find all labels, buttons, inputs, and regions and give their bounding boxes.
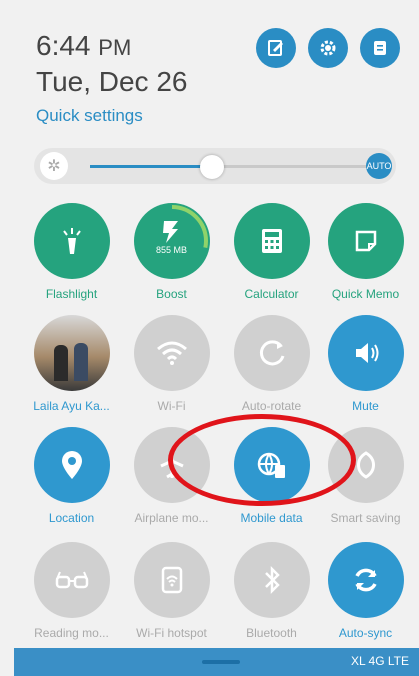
gear-icon	[320, 40, 336, 56]
memo-icon	[355, 230, 376, 252]
tile-location[interactable]: Location	[24, 427, 119, 525]
notes-button[interactable]	[360, 28, 400, 68]
tile-auto-sync[interactable]: Auto-sync	[318, 542, 413, 640]
airplane-label: Airplane mo...	[134, 511, 209, 525]
brightness-bar: ✲ AUTO	[34, 148, 396, 184]
mobile-data-label: Mobile data	[240, 511, 303, 525]
edit-icon	[268, 40, 283, 56]
quick-settings-link[interactable]: Quick settings	[36, 106, 143, 126]
bluetooth-icon	[264, 565, 280, 595]
mute-label: Mute	[352, 399, 379, 413]
tile-reading-mode[interactable]: Reading mo...	[24, 542, 119, 640]
notes-icon	[374, 41, 386, 55]
flashlight-label: Flashlight	[45, 287, 98, 301]
reading-mode-label: Reading mo...	[34, 626, 109, 640]
wifi-hotspot-label: Wi-Fi hotspot	[136, 626, 207, 640]
wifi-label: Wi-Fi	[157, 399, 186, 413]
rotate-icon	[259, 340, 284, 366]
bluetooth-toggle[interactable]	[233, 542, 310, 618]
quick-settings-panel: 6:44 PM Tue, Dec 26 Quick settings ✲ AUT…	[0, 0, 419, 676]
contact-label: Laila Ayu Ka...	[33, 399, 110, 413]
boost-toggle[interactable]: 855 MB	[133, 203, 210, 279]
clock-time: 6:44	[36, 30, 91, 61]
tile-boost[interactable]: 855 MB Boost	[124, 203, 219, 301]
status-bar-bottom: XL 4G LTE	[14, 648, 419, 676]
auto-sync-toggle[interactable]	[327, 542, 404, 618]
reading-mode-toggle[interactable]	[33, 542, 110, 618]
brightness-icon: ✲	[40, 152, 68, 180]
bluetooth-label: Bluetooth	[246, 626, 297, 640]
clock-ampm: PM	[98, 35, 132, 60]
date: Tue, Dec 26	[36, 66, 188, 97]
wifi-hotspot-toggle[interactable]	[133, 542, 210, 618]
mute-toggle[interactable]	[327, 315, 404, 391]
location-toggle[interactable]	[33, 427, 110, 503]
tile-quick-memo[interactable]: Quick Memo	[318, 203, 413, 301]
tile-wifi-hotspot[interactable]: Wi-Fi hotspot	[124, 542, 219, 640]
calculator-label: Calculator	[244, 287, 299, 301]
drag-handle[interactable]	[202, 660, 240, 664]
boost-memory-value: 855 MB	[155, 245, 188, 255]
auto-rotate-label: Auto-rotate	[241, 399, 302, 413]
quick-memo-label: Quick Memo	[331, 287, 400, 301]
tile-calculator[interactable]: Calculator	[224, 203, 319, 301]
tile-wifi[interactable]: Wi-Fi	[124, 315, 219, 413]
flashlight-toggle[interactable]	[33, 203, 110, 279]
location-pin-icon	[61, 451, 82, 479]
boost-label: Boost	[156, 287, 187, 301]
leaf-icon	[356, 451, 375, 479]
tile-bluetooth[interactable]: Bluetooth	[224, 542, 319, 640]
auto-rotate-toggle[interactable]	[233, 315, 310, 391]
location-label: Location	[48, 511, 95, 525]
tile-contact[interactable]: Laila Ayu Ka...	[24, 315, 119, 413]
auto-brightness-button[interactable]: AUTO	[366, 153, 392, 179]
brightness-fill	[90, 165, 213, 168]
highlight-ellipse	[168, 414, 356, 506]
calculator-icon	[261, 229, 282, 253]
edit-quick-settings-button[interactable]	[256, 28, 296, 68]
tile-flashlight[interactable]: Flashlight	[24, 203, 119, 301]
brightness-slider[interactable]	[90, 165, 374, 168]
settings-button[interactable]	[308, 28, 348, 68]
boost-gauge-icon	[135, 205, 208, 277]
glasses-icon	[55, 571, 88, 589]
calculator-button[interactable]	[233, 203, 310, 279]
smart-saving-label: Smart saving	[330, 511, 401, 525]
vibrate-icon	[355, 343, 378, 363]
flashlight-icon	[62, 228, 81, 254]
wifi-toggle[interactable]	[133, 315, 210, 391]
contact-avatar[interactable]	[33, 315, 110, 391]
hotspot-icon	[161, 566, 182, 594]
sync-icon	[354, 568, 377, 592]
quick-memo-button[interactable]	[327, 203, 404, 279]
tile-mute[interactable]: Mute	[318, 315, 413, 413]
carrier-label: XL 4G LTE	[350, 654, 409, 668]
clock: 6:44 PM	[36, 30, 131, 62]
brightness-thumb[interactable]	[200, 155, 225, 179]
wifi-icon	[156, 341, 187, 365]
auto-sync-label: Auto-sync	[338, 626, 393, 640]
tile-auto-rotate[interactable]: Auto-rotate	[224, 315, 319, 413]
